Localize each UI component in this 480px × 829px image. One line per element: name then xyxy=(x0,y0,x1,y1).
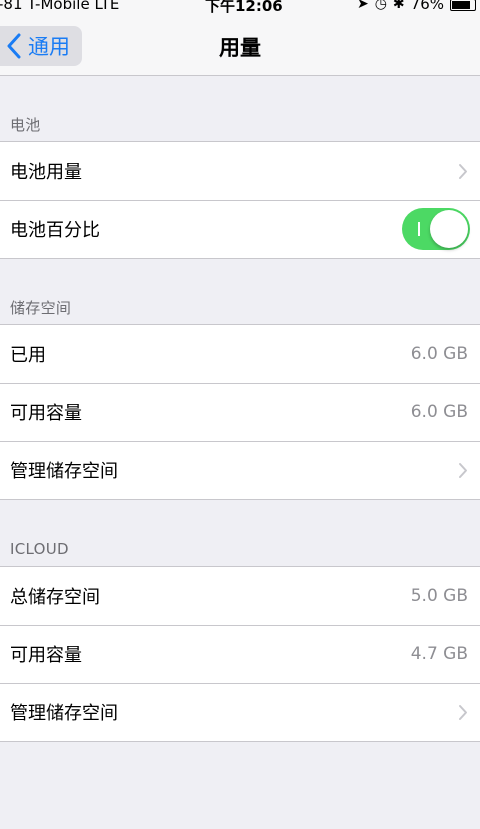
section-header-icloud: ICLOUD xyxy=(10,540,69,558)
row-label: 总储存空间 xyxy=(10,587,100,608)
chevron-right-icon xyxy=(459,704,467,720)
status-icons: ➤ ◷ ✱ 76% xyxy=(357,0,476,13)
row-label: 电池百分比 xyxy=(10,220,100,241)
icloud-total-storage-row: 总储存空间 5.0 GB xyxy=(0,567,480,625)
row-value: 6.0 GB xyxy=(410,402,468,422)
toggle-on-indicator xyxy=(418,222,420,236)
carrier-label: -81 T-Mobile LTE xyxy=(0,0,120,13)
row-value: 6.0 GB xyxy=(410,344,468,364)
section-header-battery: 电池 xyxy=(10,116,41,134)
available-storage-row: 可用容量 6.0 GB xyxy=(0,383,480,441)
row-label: 电池用量 xyxy=(10,162,82,183)
page-title: 用量 xyxy=(219,36,261,60)
row-label: 可用容量 xyxy=(10,645,82,666)
chevron-right-icon xyxy=(459,163,467,179)
icloud-group: 总储存空间 5.0 GB 可用容量 4.7 GB 管理储存空间 xyxy=(0,566,480,742)
battery-percentage-toggle[interactable] xyxy=(402,208,470,250)
row-label: 管理储存空间 xyxy=(10,703,118,724)
navigation-bar: 通用 用量 xyxy=(0,14,480,76)
bluetooth-icon: ✱ xyxy=(392,0,405,12)
chevron-right-icon xyxy=(459,462,467,478)
battery-group: 电池用量 电池百分比 xyxy=(0,141,480,259)
icloud-manage-storage-row[interactable]: 管理储存空间 xyxy=(0,683,480,741)
battery-usage-row[interactable]: 电池用量 xyxy=(0,142,480,200)
toggle-knob xyxy=(430,210,468,248)
row-value: 5.0 GB xyxy=(410,586,468,606)
row-label: 管理储存空间 xyxy=(10,461,118,482)
status-bar: -81 T-Mobile LTE 下午12:06 ➤ ◷ ✱ 76% xyxy=(0,0,480,15)
icloud-available-row: 可用容量 4.7 GB xyxy=(0,625,480,683)
row-label: 已用 xyxy=(10,345,46,366)
row-value: 4.7 GB xyxy=(410,644,468,664)
battery-percentage-row: 电池百分比 xyxy=(0,200,480,258)
battery-icon xyxy=(450,0,476,11)
alarm-icon: ◷ xyxy=(374,0,387,12)
location-arrow-icon: ➤ xyxy=(356,0,369,12)
section-header-storage: 储存空间 xyxy=(10,299,72,317)
manage-storage-row[interactable]: 管理储存空间 xyxy=(0,441,480,499)
storage-group: 已用 6.0 GB 可用容量 6.0 GB 管理储存空间 xyxy=(0,324,480,500)
battery-percent: 76% xyxy=(410,0,444,13)
row-label: 可用容量 xyxy=(10,403,82,424)
used-storage-row: 已用 6.0 GB xyxy=(0,325,480,383)
